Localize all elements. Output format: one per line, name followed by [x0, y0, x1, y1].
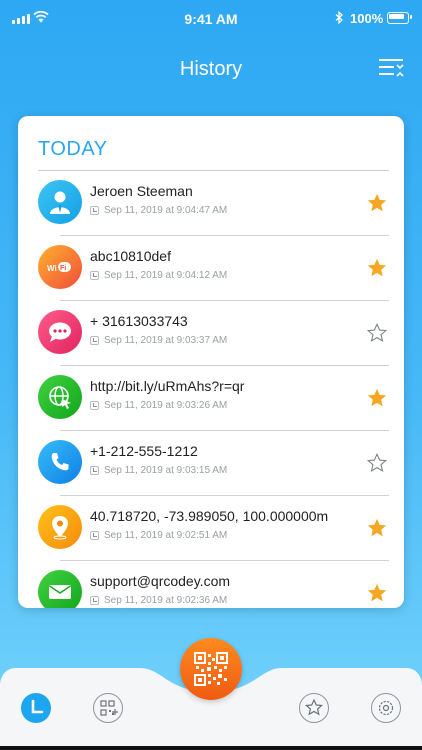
history-item-timestamp: Sep 11, 2019 at 9:02:51 AM — [90, 530, 227, 541]
svg-text:Fi: Fi — [60, 265, 66, 272]
history-item-time: Sep 11, 2019 at 9:04:47 AM — [104, 205, 228, 216]
sms-icon — [38, 310, 82, 354]
clock-icon — [90, 206, 99, 215]
clock-icon — [90, 271, 99, 280]
history-item-title: support@qrcodey.com — [90, 573, 231, 589]
phone-icon — [38, 440, 82, 484]
clock-icon — [90, 401, 99, 410]
home-indicator — [0, 746, 422, 750]
svg-text:Wi: Wi — [47, 264, 57, 273]
history-list[interactable]: Jeroen Steeman Sep 11, 2019 at 9:04:47 A… — [18, 171, 404, 608]
location-icon — [38, 505, 82, 549]
history-item-title: 40.718720, -73.989050, 100.000000m — [90, 508, 329, 524]
history-item[interactable]: + 31613033743 Sep 11, 2019 at 9:03:37 AM — [18, 301, 404, 366]
star-filled-icon[interactable] — [366, 257, 388, 279]
history-item-timestamp: Sep 11, 2019 at 9:03:26 AM — [90, 400, 227, 411]
favorites-tab-icon[interactable] — [298, 692, 330, 724]
history-item-timestamp: Sep 11, 2019 at 9:04:47 AM — [90, 205, 227, 216]
star-filled-icon[interactable] — [366, 517, 388, 539]
history-item-time: Sep 11, 2019 at 9:03:15 AM — [104, 465, 228, 476]
section-title: TODAY — [38, 138, 108, 160]
history-item-time: Sep 11, 2019 at 9:02:36 AM — [104, 595, 228, 606]
history-item[interactable]: 40.718720, -73.989050, 100.000000m Sep 1… — [18, 496, 404, 561]
filter-sort-icon[interactable] — [378, 57, 404, 79]
history-item-timestamp: Sep 11, 2019 at 9:04:12 AM — [90, 270, 227, 281]
history-item-time: Sep 11, 2019 at 9:03:37 AM — [104, 335, 228, 346]
bluetooth-icon — [335, 11, 343, 24]
history-item-timestamp: Sep 11, 2019 at 9:02:36 AM — [90, 595, 227, 606]
history-item-time: Sep 11, 2019 at 9:03:26 AM — [104, 400, 228, 411]
create-qr-tab-icon[interactable] — [92, 692, 124, 724]
history-item-time: Sep 11, 2019 at 9:02:51 AM — [104, 530, 228, 541]
history-item[interactable]: http://bit.ly/uRmAhs?r=qr Sep 11, 2019 a… — [18, 366, 404, 431]
clock-icon — [90, 466, 99, 475]
star-outline-icon[interactable] — [366, 452, 388, 474]
settings-tab-icon[interactable] — [370, 692, 402, 724]
history-item[interactable]: Jeroen Steeman Sep 11, 2019 at 9:04:47 A… — [18, 171, 404, 236]
history-item-title: + 31613033743 — [90, 313, 188, 329]
history-tab-icon[interactable] — [20, 692, 52, 724]
history-item-timestamp: Sep 11, 2019 at 9:03:15 AM — [90, 465, 227, 476]
contact-icon — [38, 180, 82, 224]
clock-icon — [90, 531, 99, 540]
history-item[interactable]: Wi Fi abc10810def Sep 11, 2019 at 9:04:1… — [18, 236, 404, 301]
history-item-title: +1-212-555-1212 — [90, 443, 198, 459]
star-filled-icon[interactable] — [366, 582, 388, 604]
history-item-title: Jeroen Steeman — [90, 183, 193, 199]
status-bar: 9:41 AM 100% — [0, 0, 422, 36]
history-item[interactable]: support@qrcodey.com Sep 11, 2019 at 9:02… — [18, 561, 404, 608]
page-title: History — [179, 58, 243, 80]
battery-icon — [387, 12, 412, 24]
qr-code-icon — [194, 652, 228, 686]
history-item-timestamp: Sep 11, 2019 at 9:03:37 AM — [90, 335, 227, 346]
clock-icon — [90, 336, 99, 345]
wifi-icon: Wi Fi — [38, 245, 82, 289]
history-item[interactable]: +1-212-555-1212 Sep 11, 2019 at 9:03:15 … — [18, 431, 404, 496]
history-item-title: http://bit.ly/uRmAhs?r=qr — [90, 378, 245, 394]
star-filled-icon[interactable] — [366, 387, 388, 409]
history-card: TODAY Jeroen Steeman Sep 11, 2019 at 9:0… — [18, 116, 404, 608]
battery-percent: 100% — [350, 11, 384, 26]
star-outline-icon[interactable] — [366, 322, 388, 344]
email-icon — [38, 570, 82, 608]
url-icon — [38, 375, 82, 419]
history-item-time: Sep 11, 2019 at 9:04:12 AM — [104, 270, 228, 281]
scan-qr-button[interactable] — [180, 638, 242, 700]
clock-icon — [90, 596, 99, 605]
history-item-title: abc10810def — [90, 248, 171, 264]
star-filled-icon[interactable] — [366, 192, 388, 214]
